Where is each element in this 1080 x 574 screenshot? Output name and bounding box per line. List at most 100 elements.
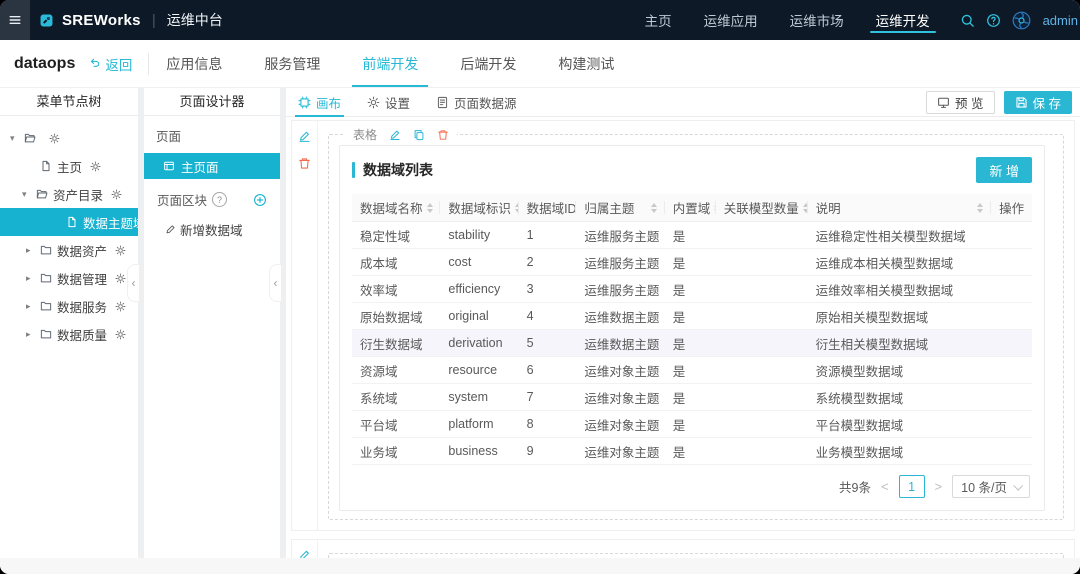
gear-icon [367,96,380,109]
tree-item[interactable]: ▾ [0,124,138,152]
folder-icon [40,300,52,312]
column-header[interactable]: 归属主题 [576,194,664,222]
help-circle-icon[interactable]: ? [212,192,227,207]
caret-right-icon[interactable]: ▸ [26,273,35,284]
caret-right-icon[interactable]: ▸ [26,329,35,340]
table-cell: efficiency [440,276,518,303]
table-cell [991,411,1032,438]
table-cell: 8 [519,411,577,438]
topnav-item[interactable]: 主页 [645,0,672,40]
canvas-tab[interactable]: 页面数据源 [436,88,517,116]
column-header[interactable]: 说明 [808,194,992,222]
tree-item-label: 数据服务 [57,297,107,316]
save-button[interactable]: 保 存 [1004,91,1072,114]
table-cell [716,249,808,276]
table-cell: derivation [440,330,518,357]
collapse-panel-button[interactable]: ‹ [127,264,139,302]
table-cell [716,222,808,249]
table-row[interactable]: 平台域platform8运维对象主题是平台模型数据域 [352,411,1032,438]
copy-icon[interactable] [413,129,425,141]
app-tab[interactable]: 服务管理 [264,40,320,87]
app-name: dataops [14,55,75,73]
edit-icon[interactable] [298,130,311,143]
main-page-item[interactable]: 主页面 [144,153,280,179]
plus-circle-icon[interactable] [253,193,267,207]
table-cell: 运维对象主题 [576,357,664,384]
column-header[interactable]: 数据域标识 [440,194,518,222]
trash-icon[interactable] [298,157,311,170]
page-size-select[interactable]: 10 条/页 [952,475,1030,498]
column-header[interactable]: 内置域 [665,194,716,222]
page-number[interactable]: 1 [899,475,925,498]
hamburger-button[interactable] [0,0,30,40]
table-header-row: 数据域名称数据域标识数据域ID归属主题内置域关联模型数量说明操作 [352,194,1032,222]
caret-down-icon[interactable]: ▾ [10,133,19,144]
table-row[interactable]: 原始数据域original4运维数据主题是原始相关模型数据域 [352,303,1032,330]
tree-item[interactable]: ▸ 数据服务 [0,292,138,320]
search-icon[interactable] [960,13,975,28]
table-row[interactable]: 资源域resource6运维对象主题是资源模型数据域 [352,357,1032,384]
total-count: 共9条 [839,477,871,496]
next-page-button[interactable]: > [933,479,945,494]
tree-item[interactable]: 主页 [0,152,138,180]
app-tab[interactable]: 构建测试 [558,40,614,87]
caret-right-icon[interactable]: ▸ [26,301,35,312]
edit-icon[interactable] [298,549,311,558]
sort-icon[interactable] [977,203,983,213]
gear-icon[interactable] [115,245,126,256]
block-side-toolbar [292,540,318,558]
table-row[interactable]: 衍生数据域derivation5运维数据主题是衍生相关模型数据域 [352,330,1032,357]
canvas-tab[interactable]: 设置 [367,88,410,116]
collapse-panel-button[interactable]: ‹ [269,264,281,302]
tree-item[interactable]: ▸数据资产 [0,236,138,264]
add-button[interactable]: 新 增 [976,157,1032,183]
tree-item[interactable]: 数据主题域 [0,208,138,236]
column-header[interactable]: 关联模型数量 [716,194,808,222]
app-tab[interactable]: 前端开发 [362,40,418,87]
gear-icon[interactable] [115,329,126,340]
table-row[interactable]: 系统域system7运维对象主题是系统模型数据域 [352,384,1032,411]
back-button[interactable]: 返回 [88,54,132,74]
table-cell: 7 [519,384,577,411]
table-row[interactable]: 稳定性域stability1运维服务主题是运维稳定性相关模型数据域 [352,222,1032,249]
tree-item[interactable]: ▸数据质量 [0,320,138,348]
gear-icon[interactable] [115,301,126,312]
tree-item[interactable]: ▾资产目录 [0,180,138,208]
topnav-item[interactable]: 运维应用 [704,0,758,40]
caret-down-icon[interactable]: ▾ [22,189,31,200]
table-row[interactable]: 成本域cost2运维服务主题是运维成本相关模型数据域 [352,249,1032,276]
table-cell: 运维成本相关模型数据域 [808,249,992,276]
table-row[interactable]: 效率域efficiency3运维服务主题是运维效率相关模型数据域 [352,276,1032,303]
column-header[interactable]: 数据域ID [519,194,577,222]
preview-button[interactable]: 预 览 [926,91,994,114]
gear-icon[interactable] [111,189,122,200]
gear-icon[interactable] [90,161,101,172]
sort-icon[interactable] [651,203,657,213]
tree-item[interactable]: ▸数据管理 [0,264,138,292]
column-header: 操作 [991,194,1032,222]
table-row[interactable]: 业务域business9运维对象主题是业务模型数据域 [352,438,1032,465]
block-item-new-data-domain[interactable]: 新增数据域 [144,216,280,242]
table-cell: stability [440,222,518,249]
user-name[interactable]: admin [1043,13,1078,28]
topnav-item[interactable]: 运维市场 [790,0,844,40]
avatar-icon[interactable] [1012,11,1031,30]
topnav-item[interactable]: 运维开发 [876,0,930,40]
table-cell: 运维稳定性相关模型数据域 [808,222,992,249]
gear-icon[interactable] [115,273,126,284]
page-blocks-label: 页面区块 [157,190,207,209]
gear-icon[interactable] [49,133,60,144]
canvas-tab[interactable]: 画布 [298,88,341,116]
trash-icon[interactable] [437,129,449,141]
caret-right-icon[interactable]: ▸ [26,245,35,256]
brand-name: SREWorks [62,12,141,29]
sort-icon[interactable] [427,203,433,213]
edit-icon[interactable] [389,129,401,141]
brand-separator: | [152,12,156,29]
column-header[interactable]: 数据域名称 [352,194,440,222]
app-tab[interactable]: 后端开发 [460,40,516,87]
app-tab[interactable]: 应用信息 [166,40,222,87]
prev-page-button[interactable]: < [879,479,891,494]
table-cell: 是 [665,357,716,384]
help-icon[interactable] [986,13,1001,28]
